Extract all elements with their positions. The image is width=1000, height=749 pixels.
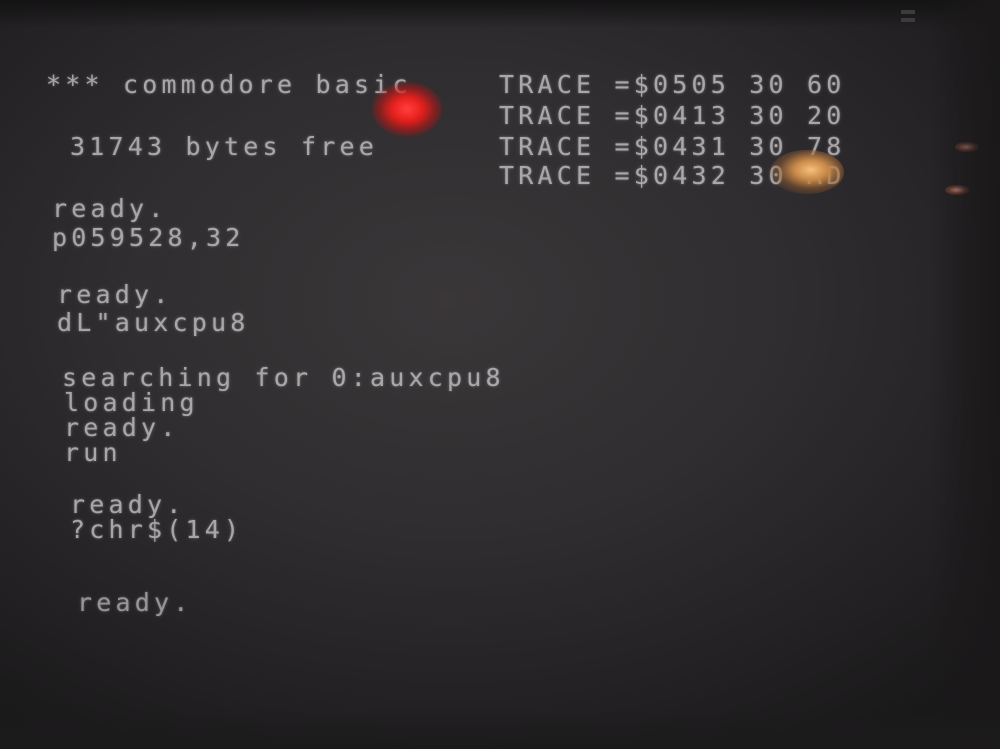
ready-prompt: ready. [57,280,173,309]
command-line: dL"auxcpu8 [57,308,250,337]
trace-line: TRACE =$0413 30 20 [499,101,846,130]
ready-prompt: ready. [52,194,168,223]
crt-screen: *** commodore basic 31743 bytes free TRA… [0,0,1000,749]
ready-prompt: ready. [77,588,193,617]
trace-line: TRACE =$0505 30 60 [499,70,846,99]
output-line: searching for 0:auxcpu8 [62,363,505,392]
command-line: p059528,32 [52,223,245,252]
output-line: loading [64,388,199,417]
bezel-indicator [901,10,915,14]
command-line: ?chr$(14) [70,515,244,544]
lamp-reflection [770,150,844,194]
basic-banner: *** commodore basic [46,70,412,99]
red-light-reflection [372,82,442,136]
crt-bezel-top [0,0,1000,28]
crt-bezel-right [930,0,1000,749]
ready-prompt: ready. [64,413,180,442]
bytes-free-line: 31743 bytes free [70,132,379,161]
ready-prompt: ready. [70,490,186,519]
crt-bezel-bottom [0,709,1000,749]
command-line: run [64,438,122,467]
